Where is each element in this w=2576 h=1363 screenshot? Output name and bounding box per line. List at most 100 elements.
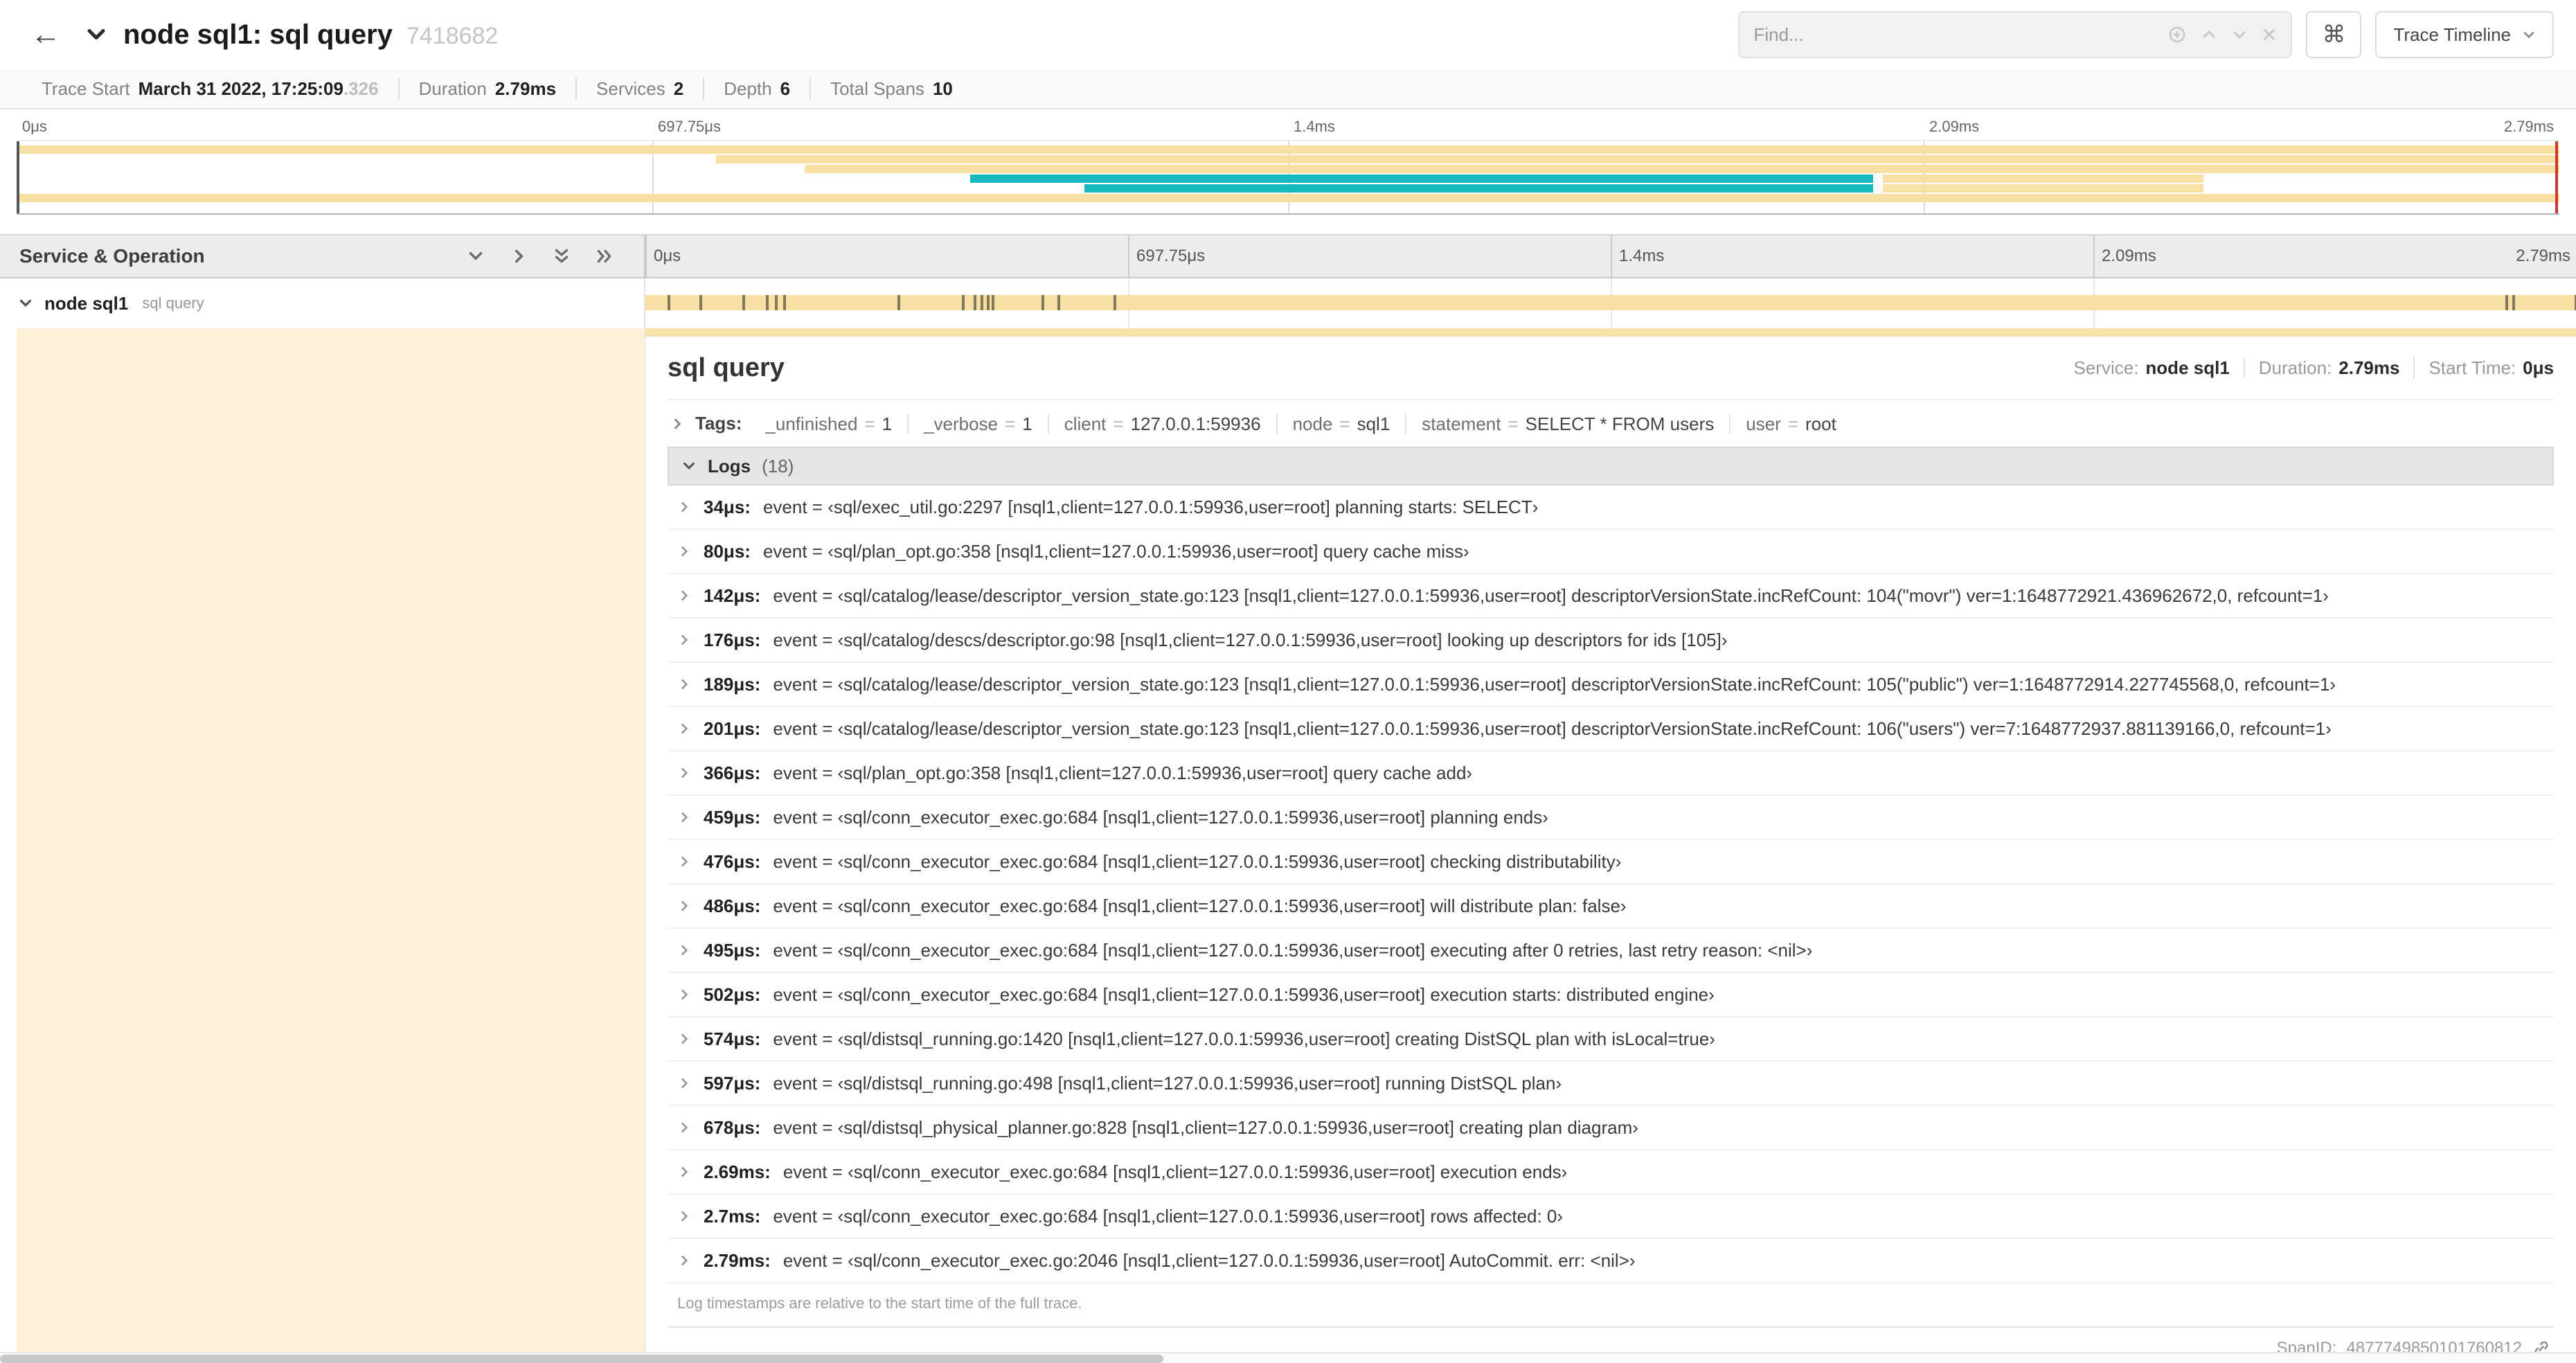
page-header: ← node sql1: sql query 7418682 Find... ⌘… [0, 0, 2576, 69]
command-icon: ⌘ [2322, 21, 2346, 48]
log-row[interactable]: 597μs: event = ‹sql/distsql_running.go:4… [668, 1062, 2554, 1106]
log-row[interactable]: 2.7ms: event = ‹sql/conn_executor_exec.g… [668, 1195, 2554, 1239]
expand-all-icon[interactable] [596, 247, 614, 265]
tag-item: statement = SELECT * FROM users [1405, 413, 1729, 434]
horizontal-scrollbar-thumb[interactable] [0, 1355, 1163, 1363]
log-timestamp: 2.69ms: [704, 1161, 771, 1182]
log-row[interactable]: 2.79ms: event = ‹sql/conn_executor_exec.… [668, 1239, 2554, 1283]
log-row[interactable]: 459μs: event = ‹sql/conn_executor_exec.g… [668, 796, 2554, 840]
log-timestamp: 476μs: [704, 850, 761, 872]
log-row[interactable]: 678μs: event = ‹sql/distsql_physical_pla… [668, 1106, 2554, 1150]
log-row[interactable]: 502μs: event = ‹sql/conn_executor_exec.g… [668, 973, 2554, 1017]
trace-view-dropdown-label: Trace Timeline [2393, 24, 2511, 45]
expand-one-icon[interactable] [510, 247, 528, 265]
log-row[interactable]: 80μs: event = ‹sql/plan_opt.go:358 [nsql… [668, 530, 2554, 574]
tag-value: SELECT * FROM users [1525, 413, 1715, 434]
span-row: node sql1 sql query [0, 278, 2576, 328]
collapse-trace-header-icon[interactable] [86, 24, 107, 45]
log-row[interactable]: 486μs: event = ‹sql/conn_executor_exec.g… [668, 884, 2554, 929]
log-message: event = ‹sql/catalog/lease/descriptor_ve… [773, 673, 2336, 695]
log-message: event = ‹sql/distsql_running.go:498 [nsq… [773, 1072, 1562, 1094]
tags-label: Tags: [695, 413, 742, 434]
summary-item-label: Services [596, 78, 665, 99]
summary-item-suffix: .326 [343, 78, 379, 99]
tags-section-toggle[interactable]: Tags: _unfinished = 1 _verbose = 1 clien… [668, 400, 2554, 447]
chevron-right-icon [677, 810, 691, 824]
log-message: event = ‹sql/distsql_physical_planner.go… [773, 1116, 1638, 1138]
collapse-span-icon[interactable] [18, 296, 33, 311]
summary-item: Depth 6 [703, 78, 810, 100]
log-row[interactable]: 142μs: event = ‹sql/catalog/lease/descri… [668, 574, 2554, 618]
tag-key: _verbose [924, 413, 999, 434]
chevron-right-icon [677, 544, 691, 558]
minimap-span-bar [1883, 184, 2203, 193]
span-operation-title: sql query [668, 353, 785, 382]
focus-matches-icon[interactable] [2167, 25, 2187, 44]
minimap-canvas[interactable] [17, 140, 2559, 215]
chevron-right-icon [677, 988, 691, 1001]
log-timestamp: 142μs: [704, 585, 761, 606]
span-detail-panel: sql query Service: node sql1 Duration: 2… [645, 328, 2576, 1352]
summary-item: Total Spans 10 [810, 78, 972, 100]
span-detail-accent-bar [645, 328, 2576, 337]
log-tick-mark [774, 295, 778, 310]
minimap-span-bar [715, 155, 2559, 163]
collapse-one-icon[interactable] [467, 247, 485, 265]
log-row[interactable]: 574μs: event = ‹sql/distsql_running.go:1… [668, 1017, 2554, 1062]
timeline-axis-header: Service & Operation 0μs 697.75μs 1.4ms 2… [0, 234, 2576, 278]
tag-value: 1 [1022, 413, 1032, 434]
span-duration-bar[interactable] [645, 295, 2576, 310]
log-tick-mark [1041, 295, 1044, 310]
log-row[interactable]: 176μs: event = ‹sql/catalog/descs/descri… [668, 618, 2554, 663]
find-input[interactable] [1753, 24, 2168, 46]
log-timestamp: 495μs: [704, 939, 761, 961]
span-row-name-cell[interactable]: node sql1 sql query [0, 278, 645, 328]
log-row[interactable]: 476μs: event = ‹sql/conn_executor_exec.g… [668, 840, 2554, 884]
logs-section-toggle[interactable]: Logs (18) [668, 447, 2554, 485]
log-timestamp: 201μs: [704, 718, 761, 739]
log-row[interactable]: 189μs: event = ‹sql/catalog/lease/descri… [668, 663, 2554, 707]
log-row[interactable]: 495μs: event = ‹sql/conn_executor_exec.g… [668, 929, 2554, 973]
log-row[interactable]: 366μs: event = ‹sql/plan_opt.go:358 [nsq… [668, 751, 2554, 796]
span-row-timeline-cell[interactable] [645, 278, 2576, 328]
tag-equals: = [1787, 413, 1799, 434]
collapse-all-icon[interactable] [553, 247, 571, 265]
log-message: event = ‹sql/conn_executor_exec.go:684 [… [773, 895, 1627, 916]
next-match-icon[interactable] [2231, 26, 2248, 43]
log-row[interactable]: 2.69ms: event = ‹sql/conn_executor_exec.… [668, 1150, 2554, 1195]
title-wrap: node sql1: sql query 7418682 [123, 19, 498, 51]
span-meta: Service: node sql1 Duration: 2.79ms Star… [2060, 357, 2554, 378]
axis-tick-label: 697.75μs [1136, 247, 1206, 265]
minimap-right-scrubber[interactable] [2555, 141, 2558, 213]
chevron-right-icon [677, 899, 691, 913]
clear-find-icon[interactable] [2262, 27, 2277, 42]
minimap-span-bar [1084, 184, 1873, 193]
trace-view-dropdown[interactable]: Trace Timeline [2375, 11, 2554, 58]
log-message: event = ‹sql/plan_opt.go:358 [nsql1,clie… [773, 762, 1473, 783]
log-tick-mark [897, 295, 900, 310]
minimap-left-scrubber[interactable] [17, 141, 19, 213]
tag-equals: = [1339, 413, 1350, 434]
minimap-span-bar [805, 165, 2559, 173]
keyboard-shortcuts-button[interactable]: ⌘ [2306, 11, 2362, 58]
chevron-down-icon [681, 458, 697, 474]
tag-key: statement [1422, 413, 1501, 434]
minimap-tick-label: 2.09ms [1929, 118, 1980, 135]
log-row[interactable]: 34μs: event = ‹sql/exec_util.go:2297 [ns… [668, 485, 2554, 530]
tag-key: _unfinished [765, 413, 858, 434]
log-timestamp: 2.7ms: [704, 1205, 761, 1227]
log-row[interactable]: 201μs: event = ‹sql/catalog/lease/descri… [668, 707, 2554, 751]
chevron-right-icon [677, 633, 691, 647]
log-timestamp: 574μs: [704, 1028, 761, 1049]
log-message: event = ‹sql/conn_executor_exec.go:684 [… [773, 983, 1715, 1005]
log-timestamp: 2.79ms: [704, 1249, 771, 1271]
minimap-span-bar [17, 145, 2559, 154]
prev-match-icon[interactable] [2201, 26, 2217, 43]
back-button[interactable]: ← [22, 11, 69, 58]
summary-item-value: March 31 2022, 17:25:09.326 [138, 78, 379, 99]
chevron-right-icon [677, 855, 691, 868]
log-timestamp: 459μs: [704, 806, 761, 828]
deep-link-icon[interactable] [2532, 1339, 2551, 1352]
chevron-right-icon [677, 589, 691, 603]
minimap-tick-labels: 0μs 697.75μs 1.4ms 2.09ms 2.79ms [17, 115, 2559, 140]
